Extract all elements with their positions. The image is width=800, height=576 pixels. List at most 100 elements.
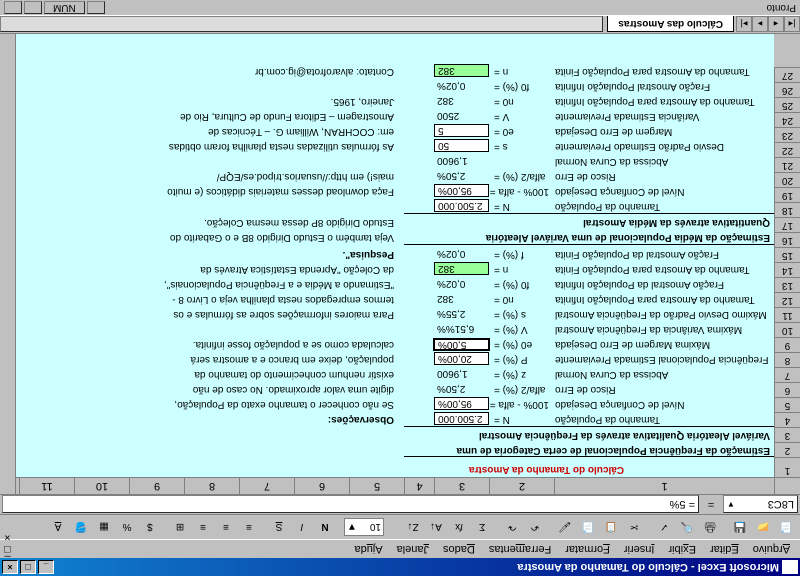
doc-maximize-button[interactable]: □ [4,543,11,555]
row-header[interactable]: 4 [774,412,800,427]
menu-arquivo[interactable]: AArquivorquivo [747,542,796,556]
col-header[interactable]: 9 [129,478,184,494]
vertical-scrollbar[interactable] [0,34,16,494]
format-painter-button[interactable]: 🖌 [554,517,576,538]
menu-inserir[interactable]: Inserir [618,542,661,556]
input-e02[interactable]: 5 [434,124,489,137]
fx-button[interactable]: fx [448,517,470,538]
row-header[interactable]: 16 [774,232,800,247]
menu-editar[interactable]: Editar [704,542,745,556]
underline-button[interactable]: S [268,517,290,538]
col-header[interactable]: 6 [294,478,349,494]
row-header[interactable]: 23 [774,127,800,142]
menu-formatar[interactable]: Formatar [559,542,616,556]
tab-first-button[interactable]: |◂ [784,17,800,33]
row-header[interactable]: 19 [774,187,800,202]
input-N[interactable]: 2.500.000 [434,412,489,425]
italic-button[interactable]: I [291,517,313,538]
input-conf[interactable]: 95,00% [434,397,489,410]
copy-button[interactable]: 📋 [600,517,622,538]
row-header[interactable]: 7 [774,367,800,382]
col-header[interactable]: 8 [184,478,239,494]
doc-close-button[interactable]: × [4,531,11,543]
col-header[interactable]: 3 [434,478,489,494]
maximize-button[interactable]: □ [20,560,36,574]
doc-minimize-button[interactable]: _ [4,555,11,567]
name-box[interactable]: L8C3▼ [723,496,798,514]
percent-button[interactable]: % [116,517,138,538]
save-button[interactable]: 💾 [729,517,751,538]
select-all-corner[interactable] [774,478,800,494]
row-header[interactable]: 9 [774,337,800,352]
bold-button[interactable]: N [314,517,336,538]
new-button[interactable]: 📄 [775,517,797,538]
menu-dados[interactable]: Dados [437,542,481,556]
row-header[interactable]: 25 [774,97,800,112]
paste-button[interactable]: 📄 [577,517,599,538]
row-header[interactable]: 11 [774,307,800,322]
align-left-button[interactable]: ≡ [238,517,260,538]
row-header[interactable]: 17 [774,217,800,232]
input-s2[interactable]: 50 [434,139,489,152]
menu-ferramentas[interactable]: Ferramentas [483,542,557,556]
col-header[interactable]: 11 [19,478,74,494]
minimize-button[interactable]: _ [38,560,54,574]
col-header[interactable]: 5 [349,478,404,494]
sort-desc-button[interactable]: Z↓ [402,517,424,538]
row-header[interactable]: 1 [774,457,800,477]
borders-button[interactable]: ▦ [93,517,115,538]
undo-button[interactable]: ↶ [524,517,546,538]
tab-next-button[interactable]: ▸ [752,17,768,33]
row-header[interactable]: 15 [774,247,800,262]
row-header[interactable]: 18 [774,202,800,217]
align-right-button[interactable]: ≡ [192,517,214,538]
sheet-tab[interactable]: Cálculo das Amostras [607,17,734,33]
font-size-select[interactable]: 10▼ [344,518,384,536]
input-conf2[interactable]: 95,00% [434,184,489,197]
row-header[interactable]: 21 [774,157,800,172]
col-header[interactable]: 2 [489,478,554,494]
menu-janela[interactable]: Janela [391,542,435,556]
row-header[interactable]: 6 [774,382,800,397]
sum-button[interactable]: Σ [471,517,493,538]
row-header[interactable]: 2 [774,442,800,457]
row-header[interactable]: 27 [774,67,800,82]
print-button[interactable]: 🖨 [699,517,721,538]
row-header[interactable]: 12 [774,292,800,307]
preview-button[interactable]: 🔍 [676,517,698,538]
open-button[interactable]: 📂 [752,517,774,538]
spell-button[interactable]: ✓ [653,517,675,538]
redo-button[interactable]: ↷ [501,517,523,538]
tab-prev-button[interactable]: ◂ [768,17,784,33]
row-header[interactable]: 20 [774,172,800,187]
input-e0-selected[interactable]: 5,00% [433,338,490,351]
row-header[interactable]: 22 [774,142,800,157]
row-header[interactable]: 26 [774,82,800,97]
menu-exibir[interactable]: Exibir [662,542,702,556]
currency-button[interactable]: $ [139,517,161,538]
col-header[interactable]: 4 [404,478,434,494]
input-P[interactable]: 20,00% [434,352,489,365]
menu-ajuda[interactable]: Ajuda [348,542,388,556]
sort-asc-button[interactable]: A↓ [425,517,447,538]
row-header[interactable]: 24 [774,112,800,127]
formula-input[interactable]: = 5% [2,496,699,514]
col-header[interactable]: 10 [74,478,129,494]
row-header[interactable]: 14 [774,262,800,277]
fill-color-button[interactable]: 🪣 [70,517,92,538]
col-header[interactable]: 7 [239,478,294,494]
horizontal-scrollbar[interactable] [0,17,603,33]
input-N2[interactable]: 2.500.000 [434,199,489,212]
merge-button[interactable]: ⊞ [169,517,191,538]
align-center-button[interactable]: ≡ [215,517,237,538]
tab-last-button[interactable]: ▸| [736,17,752,33]
cell-grid[interactable]: Cálculo do Tamanho da Amostra Estimação … [0,34,774,477]
col-header[interactable]: 1 [554,478,774,494]
row-header[interactable]: 13 [774,277,800,292]
row-header[interactable]: 10 [774,322,800,337]
cut-button[interactable]: ✂ [623,517,645,538]
row-header[interactable]: 8 [774,352,800,367]
font-color-button[interactable]: A [47,517,69,538]
row-header[interactable]: 3 [774,427,800,442]
row-header[interactable]: 5 [774,397,800,412]
